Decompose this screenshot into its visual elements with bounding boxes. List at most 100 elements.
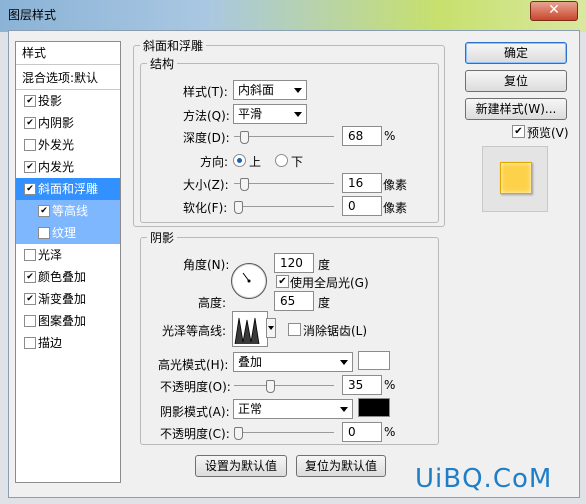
angle-pointer-icon — [242, 272, 251, 283]
direction-down-radio[interactable] — [275, 154, 288, 167]
soften-input[interactable]: 0 — [342, 196, 382, 216]
structure-title: 结构 — [150, 57, 175, 71]
angle-label: 角度(N): — [183, 258, 230, 272]
size-unit: 像素 — [383, 178, 408, 192]
style-item-checkbox[interactable] — [38, 227, 50, 239]
shadow-mode-dropdown[interactable]: 正常 — [233, 399, 353, 419]
make-default-button[interactable]: 设置为默认值 — [195, 455, 287, 477]
soften-unit: 像素 — [383, 201, 408, 215]
checkmark-icon: ✔ — [26, 162, 34, 172]
shadow-mode-label: 阴影模式(A): — [160, 405, 230, 419]
style-item[interactable]: ✔ 投影 — [16, 90, 120, 112]
chevron-down-icon — [340, 407, 348, 412]
shadow-color-swatch[interactable] — [358, 398, 390, 417]
style-item-checkbox[interactable]: ✔ — [38, 205, 50, 217]
soften-slider[interactable] — [234, 201, 334, 214]
highlight-opacity-unit: % — [384, 378, 396, 392]
highlight-opacity-input[interactable]: 35 — [342, 375, 382, 395]
style-item[interactable]: 图案叠加 — [16, 310, 120, 332]
style-item-checkbox[interactable]: ✔ — [24, 271, 36, 283]
altitude-unit: 度 — [318, 296, 331, 310]
technique-label: 方法(Q): — [183, 109, 230, 123]
antialias-checkbox[interactable] — [288, 323, 301, 336]
depth-unit: % — [384, 129, 396, 143]
style-item-label: 渐变叠加 — [38, 292, 87, 306]
highlight-opacity-slider[interactable] — [234, 380, 334, 393]
style-item-label: 纹理 — [52, 226, 77, 240]
size-slider-thumb[interactable] — [240, 178, 249, 191]
highlight-color-swatch[interactable] — [358, 351, 390, 370]
style-item-checkbox[interactable] — [24, 337, 36, 349]
new-style-button[interactable]: 新建样式(W)... — [465, 98, 567, 120]
shadow-opacity-input[interactable]: 0 — [342, 422, 382, 442]
highlight-opacity-thumb[interactable] — [266, 380, 275, 393]
depth-slider[interactable] — [234, 131, 334, 144]
direction-down-label: 下 — [291, 155, 304, 169]
angle-unit: 度 — [318, 258, 331, 272]
shadow-opacity-label: 不透明度(C): — [160, 427, 230, 441]
style-item-checkbox[interactable]: ✔ — [24, 161, 36, 173]
style-item-checkbox[interactable]: ✔ — [24, 293, 36, 305]
style-item-checkbox[interactable] — [24, 315, 36, 327]
style-item-label: 描边 — [38, 336, 63, 350]
style-item[interactable]: 光泽 — [16, 244, 120, 266]
blend-options-item[interactable]: 混合选项:默认 — [16, 67, 120, 89]
direction-up-radio[interactable] — [233, 154, 246, 167]
highlight-mode-value: 叠加 — [238, 355, 263, 369]
style-item[interactable]: ✔ 斜面和浮雕 — [16, 178, 120, 200]
soften-slider-thumb[interactable] — [234, 201, 243, 214]
style-item-label: 图案叠加 — [38, 314, 87, 328]
preview-checkbox[interactable]: ✔ — [512, 125, 525, 138]
close-button[interactable]: ✕ — [530, 1, 578, 21]
style-dropdown[interactable]: 内斜面 — [233, 80, 307, 100]
soften-label: 软化(F): — [183, 201, 228, 215]
style-item-checkbox[interactable] — [24, 249, 36, 261]
chevron-down-icon — [268, 326, 274, 330]
global-light-label: 使用全局光(G) — [290, 276, 369, 290]
ok-button[interactable]: 确定 — [465, 42, 567, 64]
chevron-down-icon — [340, 360, 348, 365]
style-item-checkbox[interactable]: ✔ — [24, 95, 36, 107]
depth-slider-thumb[interactable] — [240, 131, 249, 144]
shading-title: 阴影 — [150, 231, 175, 245]
style-item-checkbox[interactable]: ✔ — [24, 117, 36, 129]
depth-label: 深度(D): — [183, 131, 230, 145]
reset-default-button[interactable]: 复位为默认值 — [296, 455, 386, 477]
shadow-opacity-thumb[interactable] — [234, 427, 243, 440]
style-item[interactable]: 外发光 — [16, 134, 120, 156]
style-label: 样式(T): — [183, 85, 228, 99]
style-item[interactable]: ✔ 内发光 — [16, 156, 120, 178]
style-item-checkbox[interactable]: ✔ — [24, 183, 36, 195]
checkmark-icon: ✔ — [26, 272, 34, 282]
gloss-contour-label: 光泽等高线: — [162, 324, 227, 338]
technique-dropdown[interactable]: 平滑 — [233, 104, 307, 124]
style-item[interactable]: 纹理 — [16, 222, 120, 244]
watermark-text: UiBQ.CoM — [415, 464, 553, 494]
size-input[interactable]: 16 — [342, 173, 382, 193]
depth-input[interactable]: 68 — [342, 126, 382, 146]
gloss-contour-dropdown[interactable] — [266, 318, 276, 338]
shadow-opacity-slider[interactable] — [234, 427, 334, 440]
global-light-checkbox[interactable]: ✔ — [276, 275, 289, 288]
angle-input[interactable]: 120 — [274, 253, 314, 273]
style-item[interactable]: ✔ 颜色叠加 — [16, 266, 120, 288]
chevron-down-icon — [294, 112, 302, 117]
checkmark-icon: ✔ — [26, 184, 34, 194]
highlight-opacity-label: 不透明度(O): — [160, 380, 231, 394]
styles-header-label: 样式 — [22, 46, 47, 60]
style-item[interactable]: 描边 — [16, 332, 120, 354]
preview-swatch — [500, 162, 532, 194]
style-item-checkbox[interactable] — [24, 139, 36, 151]
gloss-contour-preview[interactable] — [232, 311, 268, 347]
style-item[interactable]: ✔ 内阴影 — [16, 112, 120, 134]
antialias-label: 消除锯齿(L) — [303, 324, 368, 338]
altitude-label: 高度: — [198, 296, 227, 310]
style-item-label: 光泽 — [38, 248, 63, 262]
altitude-input[interactable]: 65 — [274, 291, 314, 311]
size-slider[interactable] — [234, 178, 334, 191]
highlight-mode-dropdown[interactable]: 叠加 — [233, 352, 353, 372]
angle-dial[interactable] — [231, 263, 267, 299]
style-item[interactable]: ✔ 等高线 — [16, 200, 120, 222]
style-item[interactable]: ✔ 渐变叠加 — [16, 288, 120, 310]
reset-button[interactable]: 复位 — [465, 70, 567, 92]
